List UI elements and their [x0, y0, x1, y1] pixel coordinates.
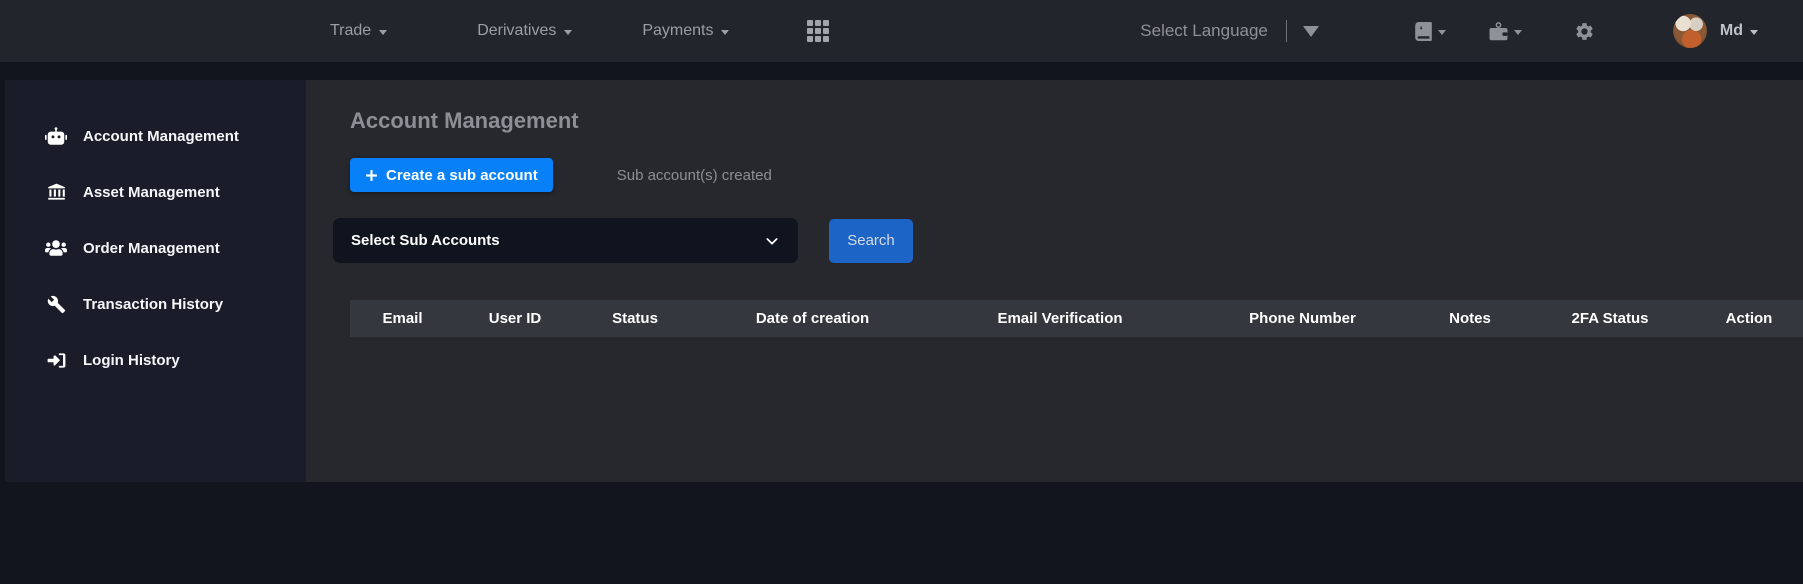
- sidebar-item-label: Account Management: [83, 128, 239, 145]
- nav-trade[interactable]: Trade: [330, 22, 387, 40]
- column-header-action: Action: [1695, 310, 1803, 327]
- sub-accounts-created-note: Sub account(s) created: [617, 167, 772, 184]
- create-sub-account-button[interactable]: Create a sub account: [350, 158, 553, 192]
- sign-in-icon: [45, 351, 67, 370]
- column-header-email: Email: [350, 310, 455, 327]
- chevron-down-icon: [564, 30, 572, 35]
- sidebar-item-login-history[interactable]: Login History: [5, 332, 306, 388]
- table-header-row: Email User ID Status Date of creation Em…: [350, 300, 1803, 337]
- settings-button[interactable]: [1574, 21, 1595, 42]
- book-icon: [1414, 22, 1433, 41]
- chevron-down-icon: [721, 30, 729, 35]
- apps-grid-button[interactable]: [807, 20, 829, 42]
- user-name: Md: [1720, 22, 1743, 40]
- chevron-down-icon: [1750, 30, 1758, 35]
- chevron-down-icon: [764, 233, 780, 249]
- column-header-2fa-status: 2FA Status: [1525, 310, 1695, 327]
- chevron-down-icon: [379, 30, 387, 35]
- chevron-down-icon: [1514, 30, 1522, 35]
- nav-derivatives[interactable]: Derivatives: [477, 22, 572, 40]
- sidebar-item-label: Login History: [83, 352, 180, 369]
- chevron-down-icon: [1438, 30, 1446, 35]
- language-dropdown-triangle-icon[interactable]: [1303, 26, 1319, 37]
- select-sub-accounts-dropdown[interactable]: Select Sub Accounts: [333, 218, 798, 263]
- bank-icon: [45, 183, 67, 202]
- content-shell: Account Management Asset Management Orde…: [0, 80, 1803, 482]
- sidebar-item-label: Order Management: [83, 240, 220, 257]
- nav-payments[interactable]: Payments: [642, 22, 729, 40]
- nav-derivatives-label: Derivatives: [477, 22, 556, 40]
- orders-menu-button[interactable]: [1414, 22, 1446, 41]
- users-icon: [45, 239, 67, 257]
- create-sub-account-label: Create a sub account: [386, 167, 538, 184]
- grid-icon: [807, 20, 829, 42]
- select-sub-accounts-value: Select Sub Accounts: [351, 232, 500, 249]
- column-header-status: Status: [575, 310, 695, 327]
- filter-row: Select Sub Accounts Search: [333, 218, 1803, 263]
- plus-icon: [365, 169, 378, 182]
- sidebar-item-label: Asset Management: [83, 184, 220, 201]
- gear-icon: [1574, 21, 1595, 42]
- wallet-icon: [1488, 21, 1509, 42]
- topbar: Trade Derivatives Payments Select Langua…: [0, 0, 1803, 62]
- divider: [1286, 20, 1287, 42]
- page-title: Account Management: [350, 108, 1803, 134]
- action-row: Create a sub account Sub account(s) crea…: [350, 158, 1803, 192]
- search-button[interactable]: Search: [829, 219, 913, 263]
- column-header-phone-number: Phone Number: [1190, 310, 1415, 327]
- column-header-date-of-creation: Date of creation: [695, 310, 930, 327]
- column-header-user-id: User ID: [455, 310, 575, 327]
- main-panel: Account Management Create a sub account …: [306, 80, 1803, 482]
- column-header-email-verification: Email Verification: [930, 310, 1190, 327]
- user-menu[interactable]: Md: [1720, 22, 1758, 40]
- select-language-label[interactable]: Select Language: [1140, 21, 1268, 41]
- sidebar: Account Management Asset Management Orde…: [5, 80, 306, 482]
- sidebar-item-asset-management[interactable]: Asset Management: [5, 164, 306, 220]
- wrench-icon: [45, 295, 67, 314]
- sidebar-item-label: Transaction History: [83, 296, 223, 313]
- wallet-menu-button[interactable]: [1488, 21, 1522, 42]
- user-avatar[interactable]: [1673, 14, 1707, 48]
- robot-icon: [45, 127, 67, 145]
- language-selector: Select Language: [1140, 20, 1319, 42]
- sidebar-item-transaction-history[interactable]: Transaction History: [5, 276, 306, 332]
- nav-trade-label: Trade: [330, 22, 371, 40]
- nav-payments-label: Payments: [642, 22, 713, 40]
- column-header-notes: Notes: [1415, 310, 1525, 327]
- sidebar-item-order-management[interactable]: Order Management: [5, 220, 306, 276]
- page-background-bottom: [0, 482, 1803, 584]
- sidebar-item-account-management[interactable]: Account Management: [5, 108, 306, 164]
